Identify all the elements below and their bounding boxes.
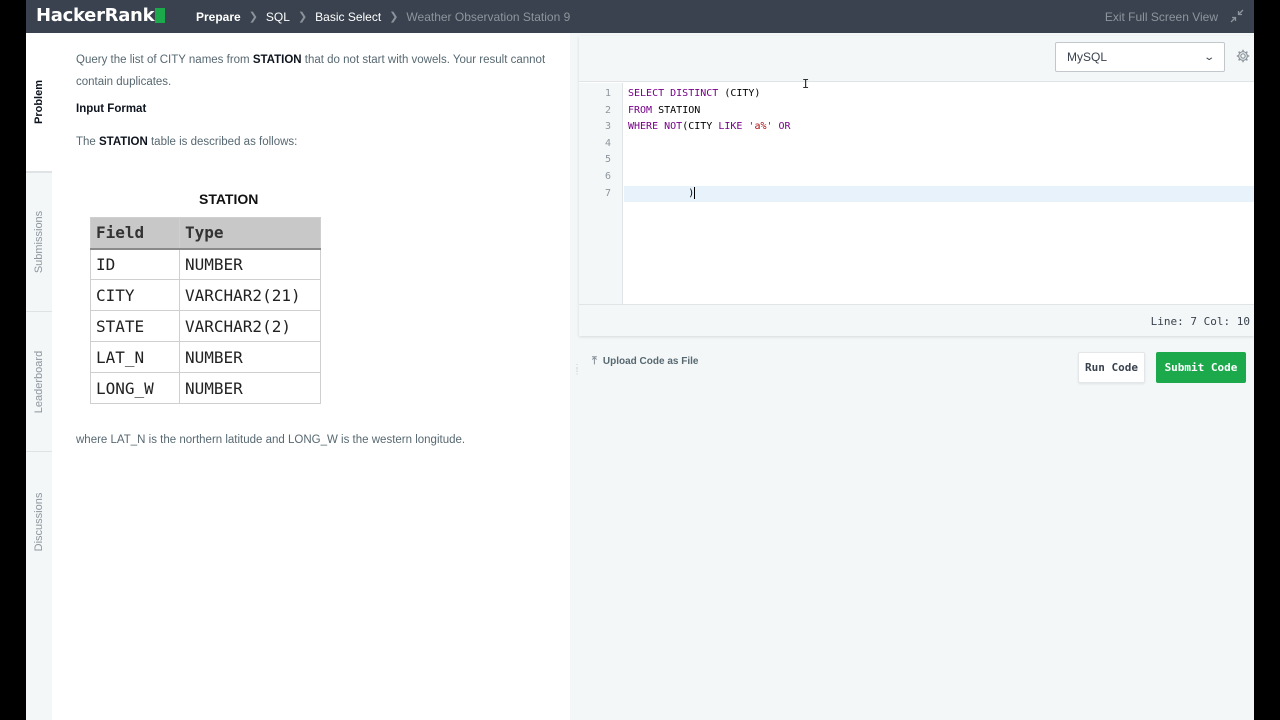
line-number: 3	[604, 121, 611, 133]
breadcrumb-current-challenge: Weather Observation Station 9	[406, 9, 571, 24]
schema-header-row: Field Type	[90, 217, 321, 250]
schema-type-cell: NUMBER	[179, 372, 321, 404]
line-number: 6	[604, 170, 611, 182]
problem-statement-pane: Query the list of CITY names from STATIO…	[52, 33, 570, 720]
collapse-fullscreen-icon[interactable]	[1230, 9, 1244, 23]
ibeam-cursor-icon: I	[802, 77, 810, 91]
table-description: The STATION table is described as follow…	[76, 131, 297, 153]
breadcrumb: Prepare ❯ SQL ❯ Basic Select ❯ Weather O…	[196, 0, 570, 33]
intro-table-name: STATION	[252, 54, 302, 66]
language-select-value: MySQL	[1067, 50, 1108, 64]
code-keyword: FROM	[628, 104, 653, 116]
schema-table: Field Type ID NUMBER CITY VARCHAR2(21) STA…	[90, 217, 321, 404]
top-navigation-bar: HackerRank Prepare ❯ SQL ❯ Basic Select …	[26, 0, 1254, 33]
tab-problem-label: Problem	[33, 79, 45, 125]
schema-field-cell: CITY	[90, 279, 180, 311]
tab-submissions[interactable]: Submissions	[26, 172, 52, 312]
code-editor-panel: MySQL ⌄ 1 2 3 4 5 6 7 SELECT DISTINCT (C…	[579, 36, 1254, 336]
footer-note: where LAT_N is the northern latitude and…	[76, 434, 466, 446]
schema-type-cell: NUMBER	[179, 248, 321, 280]
code-line[interactable]: FROM STATION	[624, 103, 1254, 120]
line-number: 4	[604, 137, 611, 149]
schema-field-cell: LONG_W	[90, 372, 180, 404]
code-line[interactable]: SELECT DISTINCT (CITY)	[624, 86, 1254, 103]
tab-submissions-label: Submissions	[33, 210, 45, 274]
table-row: ID NUMBER	[90, 248, 321, 280]
table-row: STATE VARCHAR2(2)	[90, 310, 321, 342]
code-line[interactable]	[624, 169, 1254, 186]
line-number: 7	[604, 187, 611, 199]
table-desc-rest: table is described as follows:	[147, 136, 298, 148]
tab-discussions[interactable]: Discussions	[26, 452, 52, 592]
editor-status-bar: Line: 7 Col: 10	[579, 304, 1254, 336]
code-text: (CITY	[682, 121, 719, 133]
table-row: LONG_W NUMBER	[90, 372, 321, 404]
tab-leaderboard[interactable]: Leaderboard	[26, 312, 52, 452]
breadcrumb-basic-select[interactable]: Basic Select	[315, 10, 381, 24]
chevron-right-icon: ❯	[297, 11, 308, 23]
schema-field-cell: LAT_N	[90, 341, 180, 373]
run-code-button[interactable]: Run Code	[1078, 352, 1145, 383]
table-row: LAT_N NUMBER	[90, 341, 321, 373]
line-number-gutter: 1 2 3 4 5 6 7	[579, 83, 623, 304]
gear-icon[interactable]	[1236, 49, 1252, 65]
tab-discussions-label: Discussions	[33, 492, 45, 552]
resize-grip-icon[interactable]: ⋮⋮	[573, 364, 581, 390]
code-keyword: SELECT DISTINCT	[628, 88, 719, 99]
code-keyword: OR	[772, 121, 791, 133]
logo-text: HackerRank	[36, 5, 155, 26]
language-select[interactable]: MySQL ⌄	[1055, 42, 1225, 72]
schema-table-title: STATION	[199, 191, 259, 207]
code-line[interactable]	[624, 152, 1254, 169]
line-number: 5	[604, 154, 611, 166]
intro-text: Query the list of CITY names from	[76, 54, 253, 66]
table-desc-text: The	[76, 136, 100, 148]
submit-code-button[interactable]: Submit Code	[1156, 352, 1246, 383]
schema-type-cell: VARCHAR2(2)	[179, 310, 321, 342]
upload-code-link[interactable]: ⤒ Upload Code as File	[592, 355, 698, 368]
table-row: CITY VARCHAR2(21)	[90, 279, 321, 311]
app-window: HackerRank Prepare ❯ SQL ❯ Basic Select …	[26, 0, 1254, 720]
tab-leaderboard-label: Leaderboard	[33, 350, 45, 413]
text-cursor	[694, 186, 696, 199]
code-string: 'a%'	[742, 121, 773, 133]
code-line[interactable]: WHERE NOT(CITY LIKE 'a%' OR	[624, 119, 1254, 136]
schema-type-cell: VARCHAR2(21)	[179, 279, 321, 311]
hackerrank-logo[interactable]: HackerRank	[36, 5, 166, 26]
code-text: (CITY)	[718, 88, 761, 99]
schema-header-cell: Field	[90, 217, 180, 250]
schema-field-cell: ID	[90, 248, 180, 280]
code-text: )	[628, 187, 695, 199]
upload-label: Upload Code as File	[602, 356, 699, 367]
tab-problem[interactable]: Problem	[26, 33, 52, 172]
code-text-area[interactable]: SELECT DISTINCT (CITY) FROM STATION WHER…	[624, 86, 1254, 304]
schema-header-cell: Type	[179, 217, 321, 250]
problem-intro: Query the list of CITY names from STATIO…	[76, 49, 554, 93]
table-desc-name: STATION	[99, 136, 148, 148]
side-tab-bar: Problem Submissions Leaderboard Discussi…	[26, 33, 52, 720]
chevron-down-icon: ⌄	[1202, 51, 1215, 63]
breadcrumb-sql[interactable]: SQL	[266, 10, 290, 24]
editor-header: MySQL ⌄	[579, 36, 1254, 82]
schema-field-cell: STATE	[90, 310, 180, 342]
code-line-active[interactable]: )	[624, 185, 1254, 203]
chevron-right-icon: ❯	[389, 11, 399, 23]
input-format-heading: Input Format	[76, 103, 147, 115]
line-number: 1	[604, 88, 611, 99]
code-keyword: WHERE NOT	[628, 121, 683, 133]
cursor-position-status: Line: 7 Col: 10	[1150, 315, 1250, 328]
chevron-right-icon: ❯	[248, 11, 258, 23]
logo-block-icon	[155, 8, 166, 23]
schema-type-cell: NUMBER	[179, 341, 321, 373]
breadcrumb-prepare[interactable]: Prepare	[196, 10, 241, 24]
code-text: STATION	[652, 104, 701, 116]
exit-fullscreen-link[interactable]: Exit Full Screen View	[1105, 0, 1218, 33]
line-number: 2	[604, 104, 611, 116]
code-line[interactable]	[624, 136, 1254, 153]
code-keyword: LIKE	[718, 121, 743, 133]
upload-icon: ⤒	[592, 355, 597, 367]
